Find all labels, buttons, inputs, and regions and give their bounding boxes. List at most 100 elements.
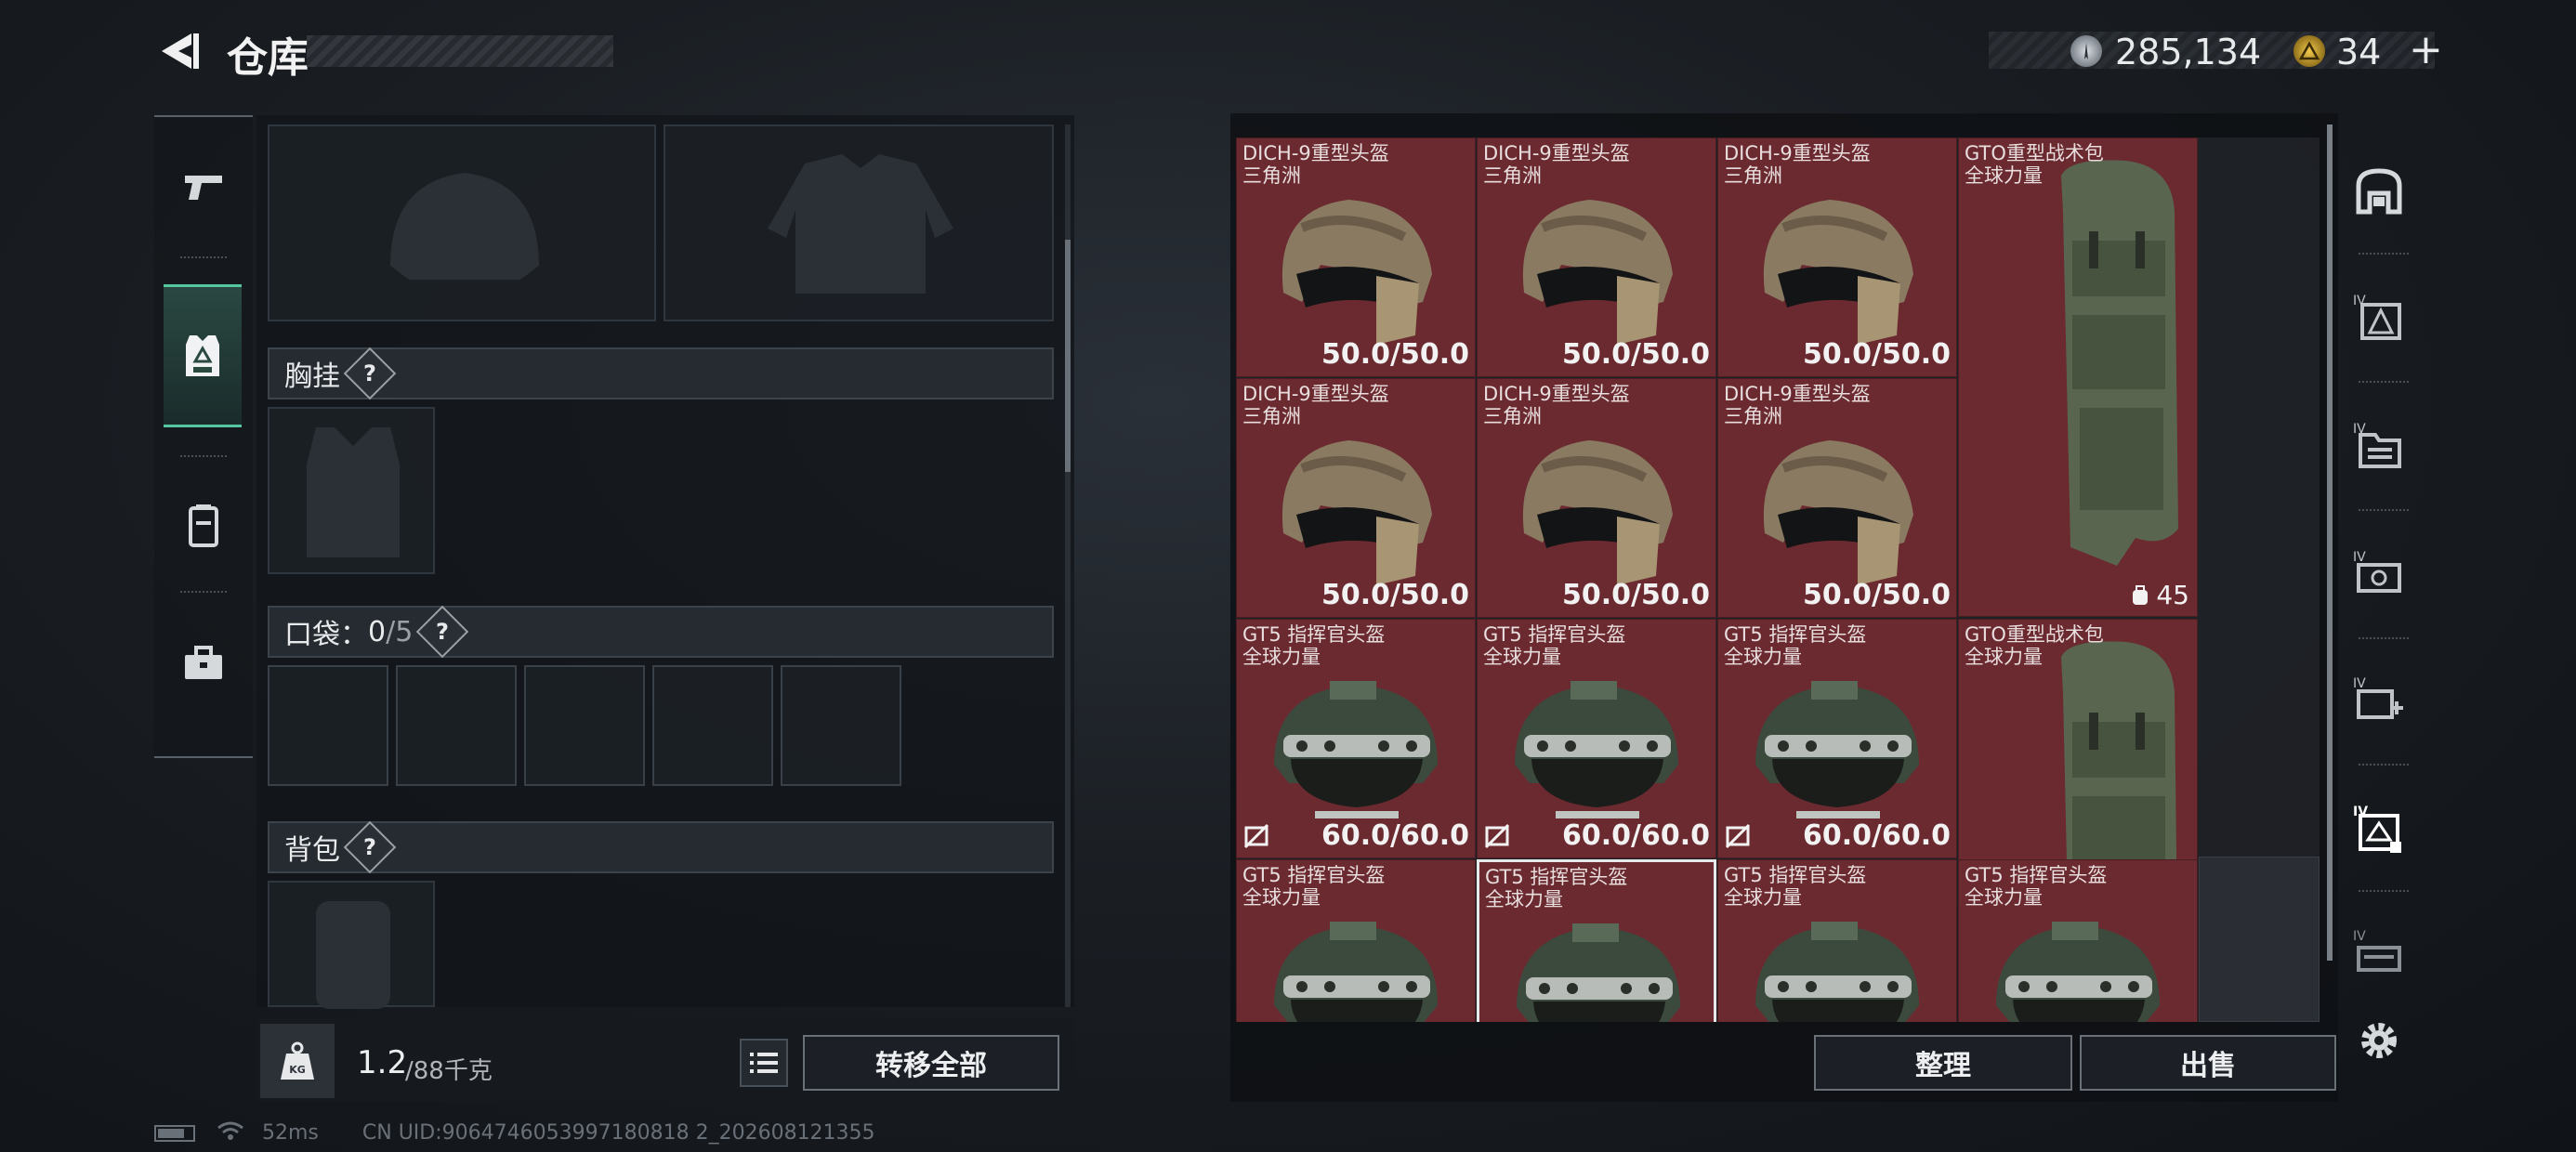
item-capacity: 45 <box>2130 580 2189 610</box>
stash-item[interactable]: GT5 指挥官头盔 全球力量 <box>1236 859 1476 1022</box>
pocket-slot[interactable] <box>524 665 645 786</box>
list-view-button[interactable] <box>740 1039 788 1087</box>
backpack-slot[interactable] <box>268 881 435 1009</box>
filter-tier-money[interactable]: IV <box>2351 546 2407 602</box>
stash-item[interactable]: DICH-9重型头盔 三角洲 50.0/50.0 <box>1717 137 1957 377</box>
ping-value: 52ms <box>262 1121 319 1145</box>
tier-iv-money-icon: IV <box>2353 550 2401 593</box>
svg-text:IV: IV <box>2353 929 2366 944</box>
gt5-helmet-icon <box>1515 681 1678 818</box>
transfer-all-button[interactable]: 转移全部 <box>803 1035 1059 1091</box>
back-button[interactable] <box>154 28 201 74</box>
item-image <box>1478 653 1717 833</box>
chest-rig-help-button[interactable]: ? <box>343 347 397 400</box>
no-repair-icon <box>1242 822 1270 850</box>
stash-item[interactable]: GT5 指挥官头盔 全球力量 60.0/60.0 <box>1236 619 1476 858</box>
filter-divider <box>2359 637 2409 639</box>
item-faction: 三角洲 <box>1242 405 1301 427</box>
filter-divider <box>2359 253 2409 255</box>
item-durability: 60.0/60.0 <box>1321 819 1469 852</box>
wifi-icon <box>217 1121 251 1146</box>
status-bar: 52ms CN UID:9064746053997180818 2_202608… <box>154 1120 875 1146</box>
category-weapon[interactable] <box>154 117 253 256</box>
item-name: DICH-9重型头盔 <box>1242 142 1389 164</box>
chest-rig-header: 胸挂 ? <box>268 347 1054 400</box>
backpack-label: 背包 <box>284 834 340 867</box>
backpack-icon <box>189 504 218 547</box>
backpack-header: 背包 ? <box>268 820 1054 874</box>
rail-divider <box>180 591 227 593</box>
stash-item[interactable]: DICH-9重型头盔 三角洲 50.0/50.0 <box>1477 378 1716 618</box>
empty-cell[interactable] <box>2199 857 2320 1022</box>
stash-item[interactable]: GTO重型战术包全球力量 45 <box>1958 137 2198 617</box>
sell-button[interactable]: 出售 <box>2080 1035 2336 1091</box>
organize-button[interactable]: 整理 <box>1814 1035 2072 1091</box>
item-name: GTO重型战术包 <box>1965 623 2104 646</box>
dich-helmet-icon <box>1763 440 1913 585</box>
add-gold-button[interactable]: + <box>2409 26 2443 73</box>
item-faction: 三角洲 <box>1724 405 1782 427</box>
stash-item[interactable]: GT5 指挥官头盔 全球力量 60.0/60.0 <box>1717 619 1957 858</box>
gold-currency-amount: 34 <box>2336 32 2382 72</box>
pocket-slot[interactable] <box>652 665 773 786</box>
armor-silhouette-icon <box>768 154 953 294</box>
stash-item[interactable]: DICH-9重型头盔 三角洲 50.0/50.0 <box>1236 378 1476 618</box>
item-image <box>1237 894 1477 1022</box>
category-backpack[interactable] <box>154 455 253 595</box>
stash-item[interactable]: DICH-9重型头盔 三角洲 50.0/50.0 <box>1477 137 1716 377</box>
dich-helmet-icon <box>1281 200 1432 345</box>
weight-icon: KG <box>281 1041 314 1080</box>
stash-item[interactable]: GT5 指挥官头盔 全球力量 <box>1717 859 1957 1022</box>
pocket-help-button[interactable]: ? <box>416 605 469 659</box>
pocket-slot[interactable] <box>781 665 901 786</box>
filter-tier-tray[interactable]: IV <box>2351 925 2407 981</box>
tier-iv-folder-icon: IV <box>2353 422 2401 468</box>
equipment-scroll-thumb[interactable] <box>1065 240 1071 472</box>
backpack-help-button[interactable]: ? <box>343 820 397 874</box>
item-faction: 全球力量 <box>1965 886 2043 909</box>
settings-button[interactable] <box>2351 1013 2407 1068</box>
filter-tier-medical[interactable]: IV <box>2351 673 2407 728</box>
silver-currency-amount: 285,134 <box>2115 32 2262 72</box>
chest-rig-label: 胸挂 <box>284 360 340 393</box>
item-name: GTO重型战术包 <box>1965 142 2104 164</box>
armor-slot[interactable] <box>664 124 1054 321</box>
gt5-helmet-icon <box>1517 923 1680 1022</box>
item-image <box>1479 896 1719 1022</box>
stash-item[interactable]: DICH-9重型头盔 三角洲 50.0/50.0 <box>1236 137 1476 377</box>
category-rail <box>154 115 253 758</box>
item-name: GT5 指挥官头盔 <box>1724 864 1867 886</box>
category-toolbox[interactable] <box>154 595 253 734</box>
svg-text:KG: KG <box>289 1064 306 1076</box>
filter-tier-folder[interactable]: IV <box>2351 418 2407 474</box>
item-faction: 全球力量 <box>1965 646 2043 668</box>
backpack-silhouette-icon <box>316 901 390 1009</box>
stash-scroll-thumb[interactable] <box>2327 124 2333 961</box>
item-durability: 60.0/60.0 <box>1562 819 1710 852</box>
category-vest[interactable] <box>164 284 242 427</box>
weight-icon-box: KG <box>260 1024 335 1098</box>
item-name: DICH-9重型头盔 <box>1242 383 1389 405</box>
weight-current: 1.2 <box>357 1044 408 1081</box>
chest-rig-slot[interactable] <box>268 407 435 574</box>
stash-item[interactable]: GT5 指挥官头盔 全球力量 <box>1477 859 1716 1022</box>
stash-item[interactable]: DICH-9重型头盔 三角洲 50.0/50.0 <box>1717 378 1957 618</box>
gt5-helmet-icon <box>1996 922 2160 1022</box>
item-name: GT5 指挥官头盔 <box>1485 866 1628 888</box>
item-name: GT5 指挥官头盔 <box>1242 623 1386 646</box>
item-faction: 三角洲 <box>1724 164 1782 187</box>
filter-tier-gear[interactable]: IV <box>2351 290 2407 346</box>
svg-text:IV: IV <box>2353 676 2366 691</box>
helmet-slot[interactable] <box>268 124 656 321</box>
filter-all-items[interactable] <box>2351 164 2407 219</box>
item-image <box>1959 894 2199 1022</box>
filter-tier-exchange[interactable]: IV <box>2351 801 2407 857</box>
pocket-slot[interactable] <box>396 665 517 786</box>
stash-item[interactable]: GT5 指挥官头盔 全球力量 <box>1958 859 2198 1022</box>
item-name: DICH-9重型头盔 <box>1483 383 1630 405</box>
pocket-used: 0 <box>368 615 387 648</box>
item-durability: 50.0/50.0 <box>1803 338 1951 371</box>
filter-divider <box>2359 890 2409 892</box>
pocket-slot[interactable] <box>268 665 388 786</box>
stash-item[interactable]: GT5 指挥官头盔 全球力量 60.0/60.0 <box>1477 619 1716 858</box>
